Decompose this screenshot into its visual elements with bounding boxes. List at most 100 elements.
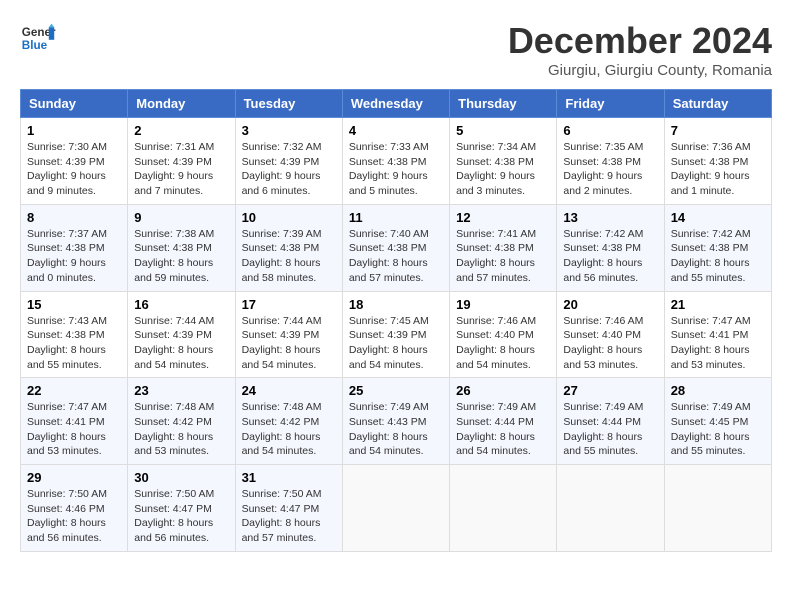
day-number: 19 [456, 297, 550, 312]
day-number: 8 [27, 210, 121, 225]
calendar-cell [664, 465, 771, 552]
logo: General Blue [20, 20, 56, 56]
calendar-cell: 5 Sunrise: 7:34 AMSunset: 4:38 PMDaylight… [450, 118, 557, 205]
day-info: Sunrise: 7:39 AMSunset: 4:38 PMDaylight:… [242, 227, 336, 286]
calendar-cell: 29 Sunrise: 7:50 AMSunset: 4:46 PMDayligh… [21, 465, 128, 552]
day-of-week-header: Wednesday [342, 90, 449, 118]
day-info: Sunrise: 7:35 AMSunset: 4:38 PMDaylight:… [563, 140, 657, 199]
day-number: 15 [27, 297, 121, 312]
calendar-cell: 7 Sunrise: 7:36 AMSunset: 4:38 PMDaylight… [664, 118, 771, 205]
header: General Blue December 2024 Giurgiu, Giur… [20, 20, 772, 79]
day-info: Sunrise: 7:43 AMSunset: 4:38 PMDaylight:… [27, 314, 121, 373]
day-number: 10 [242, 210, 336, 225]
day-info: Sunrise: 7:33 AMSunset: 4:38 PMDaylight:… [349, 140, 443, 199]
day-number: 16 [134, 297, 228, 312]
calendar-cell: 15 Sunrise: 7:43 AMSunset: 4:38 PMDayligh… [21, 291, 128, 378]
day-info: Sunrise: 7:40 AMSunset: 4:38 PMDaylight:… [349, 227, 443, 286]
day-number: 26 [456, 383, 550, 398]
calendar-cell [342, 465, 449, 552]
day-of-week-header: Saturday [664, 90, 771, 118]
day-info: Sunrise: 7:46 AMSunset: 4:40 PMDaylight:… [563, 314, 657, 373]
day-number: 18 [349, 297, 443, 312]
calendar-header-row: SundayMondayTuesdayWednesdayThursdayFrid… [21, 90, 772, 118]
calendar-cell: 2 Sunrise: 7:31 AMSunset: 4:39 PMDaylight… [128, 118, 235, 205]
day-info: Sunrise: 7:45 AMSunset: 4:39 PMDaylight:… [349, 314, 443, 373]
day-number: 25 [349, 383, 443, 398]
day-info: Sunrise: 7:49 AMSunset: 4:44 PMDaylight:… [563, 400, 657, 459]
day-info: Sunrise: 7:48 AMSunset: 4:42 PMDaylight:… [134, 400, 228, 459]
day-number: 23 [134, 383, 228, 398]
day-number: 29 [27, 470, 121, 485]
calendar-cell: 1 Sunrise: 7:30 AMSunset: 4:39 PMDaylight… [21, 118, 128, 205]
calendar-cell [557, 465, 664, 552]
calendar-cell: 28Sunrise: 7:49 AMSunset: 4:45 PMDayligh… [664, 378, 771, 465]
day-info: Sunrise: 7:50 AMSunset: 4:46 PMDaylight:… [27, 487, 121, 546]
subtitle: Giurgiu, Giurgiu County, Romania [508, 62, 772, 79]
svg-text:Blue: Blue [22, 39, 48, 52]
calendar-cell: 20 Sunrise: 7:46 AMSunset: 4:40 PMDayligh… [557, 291, 664, 378]
calendar-cell: 9Sunrise: 7:38 AMSunset: 4:38 PMDaylight… [128, 204, 235, 291]
calendar-cell: 4 Sunrise: 7:33 AMSunset: 4:38 PMDaylight… [342, 118, 449, 205]
day-of-week-header: Friday [557, 90, 664, 118]
day-number: 6 [563, 123, 657, 138]
day-info: Sunrise: 7:41 AMSunset: 4:38 PMDaylight:… [456, 227, 550, 286]
day-number: 28 [671, 383, 765, 398]
day-number: 5 [456, 123, 550, 138]
day-number: 30 [134, 470, 228, 485]
calendar-cell: 17 Sunrise: 7:44 AMSunset: 4:39 PMDayligh… [235, 291, 342, 378]
day-info: Sunrise: 7:50 AMSunset: 4:47 PMDaylight:… [134, 487, 228, 546]
day-info: Sunrise: 7:47 AMSunset: 4:41 PMDaylight:… [27, 400, 121, 459]
title-area: December 2024 Giurgiu, Giurgiu County, R… [508, 20, 772, 79]
day-info: Sunrise: 7:42 AMSunset: 4:38 PMDaylight:… [671, 227, 765, 286]
day-number: 2 [134, 123, 228, 138]
day-number: 3 [242, 123, 336, 138]
calendar-cell: 14 Sunrise: 7:42 AMSunset: 4:38 PMDayligh… [664, 204, 771, 291]
calendar-cell: 11Sunrise: 7:40 AMSunset: 4:38 PMDayligh… [342, 204, 449, 291]
day-number: 7 [671, 123, 765, 138]
day-info: Sunrise: 7:47 AMSunset: 4:41 PMDaylight:… [671, 314, 765, 373]
calendar-cell: 13 Sunrise: 7:42 AMSunset: 4:38 PMDayligh… [557, 204, 664, 291]
month-title: December 2024 [508, 20, 772, 62]
day-number: 12 [456, 210, 550, 225]
day-info: Sunrise: 7:34 AMSunset: 4:38 PMDaylight:… [456, 140, 550, 199]
day-number: 17 [242, 297, 336, 312]
calendar-cell [450, 465, 557, 552]
calendar-cell: 8Sunrise: 7:37 AMSunset: 4:38 PMDaylight… [21, 204, 128, 291]
day-info: Sunrise: 7:49 AMSunset: 4:44 PMDaylight:… [456, 400, 550, 459]
calendar-cell: 21Sunrise: 7:47 AMSunset: 4:41 PMDayligh… [664, 291, 771, 378]
day-number: 27 [563, 383, 657, 398]
day-number: 14 [671, 210, 765, 225]
day-info: Sunrise: 7:32 AMSunset: 4:39 PMDaylight:… [242, 140, 336, 199]
calendar-cell: 10 Sunrise: 7:39 AMSunset: 4:38 PMDayligh… [235, 204, 342, 291]
day-of-week-header: Sunday [21, 90, 128, 118]
day-info: Sunrise: 7:50 AMSunset: 4:47 PMDaylight:… [242, 487, 336, 546]
day-number: 13 [563, 210, 657, 225]
day-info: Sunrise: 7:42 AMSunset: 4:38 PMDaylight:… [563, 227, 657, 286]
calendar-cell: 25 Sunrise: 7:49 AMSunset: 4:43 PMDayligh… [342, 378, 449, 465]
calendar-cell: 3 Sunrise: 7:32 AMSunset: 4:39 PMDaylight… [235, 118, 342, 205]
day-number: 1 [27, 123, 121, 138]
day-number: 20 [563, 297, 657, 312]
day-info: Sunrise: 7:31 AMSunset: 4:39 PMDaylight:… [134, 140, 228, 199]
day-info: Sunrise: 7:49 AMSunset: 4:43 PMDaylight:… [349, 400, 443, 459]
calendar-cell: 26 Sunrise: 7:49 AMSunset: 4:44 PMDayligh… [450, 378, 557, 465]
day-info: Sunrise: 7:48 AMSunset: 4:42 PMDaylight:… [242, 400, 336, 459]
calendar-cell: 12 Sunrise: 7:41 AMSunset: 4:38 PMDayligh… [450, 204, 557, 291]
day-number: 4 [349, 123, 443, 138]
day-of-week-header: Monday [128, 90, 235, 118]
calendar: SundayMondayTuesdayWednesdayThursdayFrid… [20, 89, 772, 552]
day-info: Sunrise: 7:38 AMSunset: 4:38 PMDaylight:… [134, 227, 228, 286]
calendar-cell: 19 Sunrise: 7:46 AMSunset: 4:40 PMDayligh… [450, 291, 557, 378]
calendar-cell: 18 Sunrise: 7:45 AMSunset: 4:39 PMDayligh… [342, 291, 449, 378]
day-info: Sunrise: 7:44 AMSunset: 4:39 PMDaylight:… [134, 314, 228, 373]
calendar-cell: 22Sunrise: 7:47 AMSunset: 4:41 PMDayligh… [21, 378, 128, 465]
day-info: Sunrise: 7:46 AMSunset: 4:40 PMDaylight:… [456, 314, 550, 373]
day-of-week-header: Tuesday [235, 90, 342, 118]
logo-icon: General Blue [20, 20, 56, 56]
day-info: Sunrise: 7:30 AMSunset: 4:39 PMDaylight:… [27, 140, 121, 199]
day-info: Sunrise: 7:36 AMSunset: 4:38 PMDaylight:… [671, 140, 765, 199]
day-number: 24 [242, 383, 336, 398]
day-info: Sunrise: 7:44 AMSunset: 4:39 PMDaylight:… [242, 314, 336, 373]
calendar-cell: 23 Sunrise: 7:48 AMSunset: 4:42 PMDayligh… [128, 378, 235, 465]
calendar-week-row: 22Sunrise: 7:47 AMSunset: 4:41 PMDayligh… [21, 378, 772, 465]
